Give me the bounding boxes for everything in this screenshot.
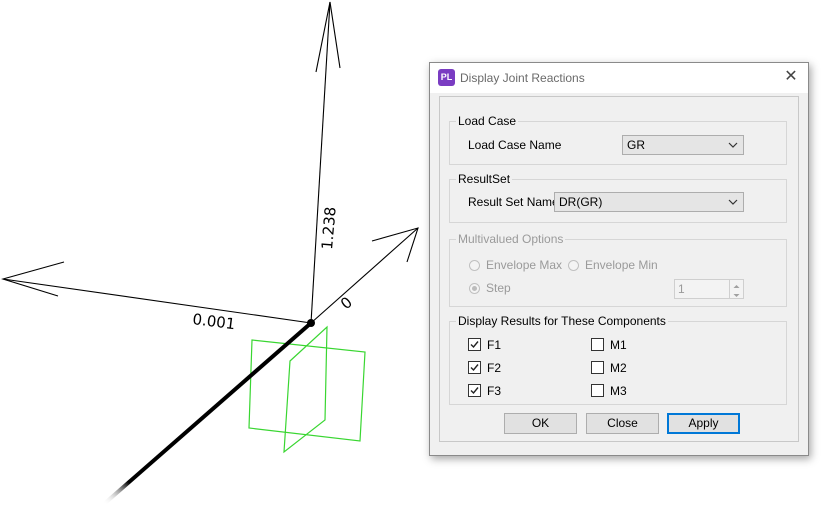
step-down-button[interactable] bbox=[729, 289, 743, 298]
pl-app-icon: PL bbox=[438, 69, 455, 86]
m3-label: M3 bbox=[610, 384, 627, 398]
close-icon[interactable]: ✕ bbox=[780, 67, 802, 89]
m3-checkbox[interactable] bbox=[591, 384, 604, 397]
m2-checkbox[interactable] bbox=[591, 361, 604, 374]
load-case-group-title: Load Case bbox=[456, 114, 519, 128]
f3-label: F3 bbox=[487, 384, 502, 398]
envelope-max-radio[interactable] bbox=[469, 260, 480, 271]
dialog-client-area: Load Case Load Case Name GR ResultSet Re… bbox=[439, 96, 799, 442]
joint-point[interactable] bbox=[307, 319, 315, 327]
close-button[interactable]: Close bbox=[586, 413, 659, 434]
load-case-group: Load Case Load Case Name GR bbox=[449, 114, 787, 165]
result-set-name-value: DR(GR) bbox=[559, 195, 603, 209]
chevron-down-icon bbox=[728, 199, 738, 205]
f3-checkbox[interactable] bbox=[468, 384, 481, 397]
load-case-name-combo[interactable]: GR bbox=[622, 135, 744, 155]
ok-button[interactable]: OK bbox=[504, 413, 577, 434]
multivalued-options-group-title: Multivalued Options bbox=[456, 232, 566, 246]
f1-label: F1 bbox=[487, 338, 502, 352]
support-symbol bbox=[248, 325, 366, 454]
checkmark-icon bbox=[470, 364, 479, 372]
m1-label: M1 bbox=[610, 338, 627, 352]
components-group: Display Results for These Components F1 … bbox=[449, 314, 787, 405]
result-set-group: ResultSet Result Set Name DR(GR) bbox=[449, 172, 787, 223]
checkmark-icon bbox=[470, 387, 479, 395]
checkmark-icon bbox=[470, 341, 479, 349]
reaction-arrow-y bbox=[310, 1, 341, 324]
dialog-titlebar[interactable]: PL Display Joint Reactions ✕ bbox=[430, 63, 808, 93]
step-spinner[interactable]: 1 bbox=[674, 279, 744, 299]
reaction-label-x: 0.001 bbox=[192, 310, 237, 333]
m2-label: M2 bbox=[610, 361, 627, 375]
reaction-label-y: 1.238 bbox=[318, 206, 340, 250]
step-radio[interactable] bbox=[469, 283, 480, 294]
result-set-name-label: Result Set Name bbox=[468, 195, 559, 209]
f1-checkbox[interactable] bbox=[468, 338, 481, 351]
load-case-name-label: Load Case Name bbox=[468, 138, 562, 152]
load-case-name-value: GR bbox=[627, 138, 645, 152]
envelope-min-label: Envelope Min bbox=[585, 258, 658, 272]
apply-button[interactable]: Apply bbox=[667, 413, 740, 434]
reaction-arrow-x bbox=[1, 261, 312, 324]
components-group-title: Display Results for These Components bbox=[456, 314, 668, 328]
result-set-group-title: ResultSet bbox=[456, 172, 513, 186]
display-joint-reactions-dialog: PL Display Joint Reactions ✕ Load Case L… bbox=[429, 62, 809, 456]
dialog-title: Display Joint Reactions bbox=[460, 71, 585, 85]
frame-member bbox=[102, 321, 313, 506]
step-value: 1 bbox=[678, 282, 685, 296]
result-set-name-combo[interactable]: DR(GR) bbox=[554, 192, 744, 212]
envelope-max-label: Envelope Max bbox=[486, 258, 563, 272]
f2-label: F2 bbox=[487, 361, 502, 375]
f2-checkbox[interactable] bbox=[468, 361, 481, 374]
step-label: Step bbox=[486, 281, 511, 295]
chevron-down-icon bbox=[728, 142, 738, 148]
chevron-down-icon bbox=[733, 294, 740, 297]
multivalued-options-group: Multivalued Options Envelope Max Envelop… bbox=[449, 232, 787, 307]
step-up-button[interactable] bbox=[729, 280, 743, 289]
m1-checkbox[interactable] bbox=[591, 338, 604, 351]
envelope-min-radio[interactable] bbox=[568, 260, 579, 271]
reaction-label-z: 0 bbox=[337, 293, 356, 313]
